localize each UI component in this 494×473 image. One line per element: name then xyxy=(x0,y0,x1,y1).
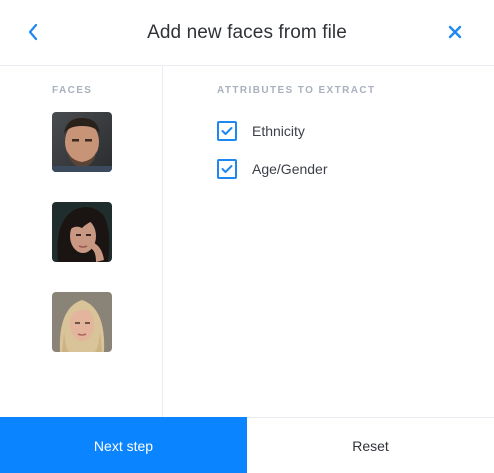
age-gender-checkbox[interactable] xyxy=(217,159,237,179)
checkmark-icon xyxy=(221,127,233,135)
checkmark-icon xyxy=(221,165,233,173)
attributes-section-label: ATTRIBUTES TO EXTRACT xyxy=(217,85,376,96)
close-button[interactable] xyxy=(444,20,466,44)
attribute-ethnicity[interactable]: Ethnicity xyxy=(217,121,305,141)
face-thumbnail-2[interactable] xyxy=(52,202,112,262)
attribute-age-gender[interactable]: Age/Gender xyxy=(217,159,328,179)
close-icon xyxy=(448,25,462,39)
faces-section-label: FACES xyxy=(52,85,93,96)
ethnicity-checkbox[interactable] xyxy=(217,121,237,141)
next-step-button[interactable]: Next step xyxy=(0,417,247,473)
face-thumbnail-3[interactable] xyxy=(52,292,112,352)
reset-button[interactable]: Reset xyxy=(247,418,494,473)
dialog-footer: Next step Reset xyxy=(0,417,494,473)
dialog-title: Add new faces from file xyxy=(147,22,347,43)
attributes-panel: ATTRIBUTES TO EXTRACT Ethnicity Age/Gend… xyxy=(164,66,494,417)
age-gender-label: Age/Gender xyxy=(252,161,328,177)
faces-panel: FACES xyxy=(0,66,163,417)
dialog-header: Add new faces from file xyxy=(0,0,494,66)
face-thumbnail-1[interactable] xyxy=(52,112,112,172)
ethnicity-label: Ethnicity xyxy=(252,123,305,139)
